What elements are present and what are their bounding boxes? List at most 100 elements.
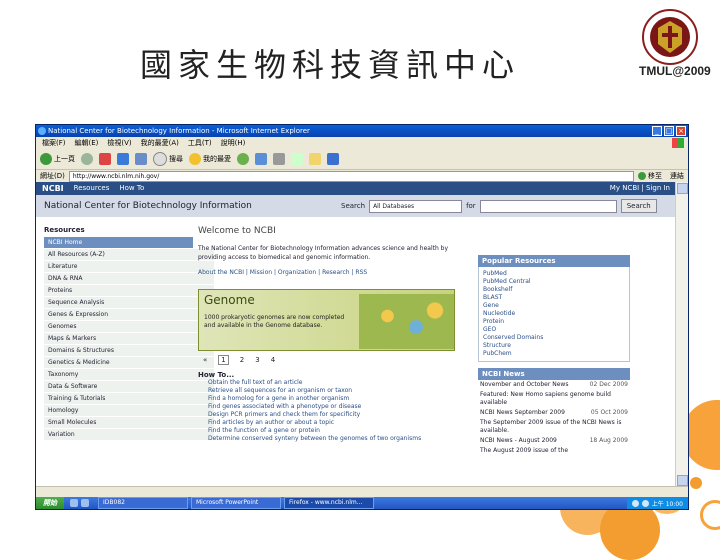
- news-item[interactable]: NCBI News September 2009 05 Oct 2009: [478, 408, 630, 418]
- resource-item[interactable]: Variation: [44, 429, 214, 441]
- menu-view[interactable]: 檢視(V): [107, 137, 131, 149]
- vertical-scrollbar[interactable]: [675, 182, 688, 487]
- taskbar-item[interactable]: IDB082: [98, 497, 188, 509]
- howto-link[interactable]: Find a homolog for a gene in another org…: [198, 395, 463, 403]
- mail-button[interactable]: [255, 153, 267, 165]
- pager-prev[interactable]: «: [203, 356, 207, 364]
- search-label: Search: [341, 202, 366, 210]
- resource-item[interactable]: Proteins: [44, 285, 214, 297]
- nav-howto[interactable]: How To: [119, 182, 144, 195]
- popular-link[interactable]: Protein: [483, 318, 625, 326]
- genome-banner[interactable]: Genome 1000 prokaryotic genomes are now …: [198, 289, 455, 351]
- resource-item[interactable]: DNA & RNA: [44, 273, 214, 285]
- resource-item[interactable]: Genomes: [44, 321, 214, 333]
- resource-item[interactable]: Genes & Expression: [44, 309, 214, 321]
- resource-item[interactable]: Taxonomy: [44, 369, 214, 381]
- back-button[interactable]: 上一頁: [40, 153, 75, 165]
- news-item[interactable]: November and October News 02 Dec 2009: [478, 380, 630, 390]
- pager-page[interactable]: 4: [271, 356, 275, 364]
- popular-link[interactable]: PubMed: [483, 270, 625, 278]
- history-button[interactable]: [237, 153, 249, 165]
- popular-list: PubMed PubMed Central Bookshelf BLAST Ge…: [478, 267, 630, 362]
- ncbi-logo[interactable]: NCBI: [42, 182, 64, 195]
- resource-item[interactable]: Small Molecules: [44, 417, 214, 429]
- menu-favorites[interactable]: 我的最愛(A): [141, 137, 179, 149]
- address-input[interactable]: http://www.ncbi.nlm.nih.gov/: [68, 170, 634, 182]
- resource-item[interactable]: Training & Tutorials: [44, 393, 214, 405]
- resource-item[interactable]: Data & Software: [44, 381, 214, 393]
- about-links[interactable]: About the NCBI | Mission | Organization …: [198, 268, 463, 277]
- howto-link[interactable]: Determine conserved synteny between the …: [198, 435, 463, 443]
- news-item[interactable]: The August 2009 issue of the: [478, 446, 630, 456]
- maximize-button[interactable]: □: [664, 126, 674, 136]
- popular-link[interactable]: BLAST: [483, 294, 625, 302]
- popular-heading: Popular Resources: [478, 255, 630, 267]
- news-item[interactable]: The September 2009 issue of the NCBI New…: [478, 418, 630, 436]
- taskbar-item[interactable]: Firefox - www.ncbi.nlm...: [284, 497, 374, 509]
- minimize-button[interactable]: _: [652, 126, 662, 136]
- resource-item[interactable]: NCBI Home: [44, 237, 193, 249]
- resource-item[interactable]: Maps & Markers: [44, 333, 214, 345]
- menu-tools[interactable]: 工具(T): [188, 137, 212, 149]
- ncbi-search-button[interactable]: Search: [620, 199, 657, 213]
- start-button[interactable]: 開始: [36, 497, 64, 509]
- refresh-button[interactable]: [117, 153, 129, 165]
- resource-item[interactable]: Homology: [44, 405, 214, 417]
- menu-edit[interactable]: 編輯(E): [75, 137, 99, 149]
- popular-link[interactable]: Bookshelf: [483, 286, 625, 294]
- tray-icon[interactable]: [631, 499, 639, 507]
- address-label: 網址(D): [40, 172, 65, 180]
- resource-item[interactable]: All Resources (A-Z): [44, 249, 214, 261]
- messenger-button[interactable]: [327, 153, 339, 165]
- forward-button[interactable]: [81, 153, 93, 165]
- edit-button[interactable]: [291, 153, 303, 165]
- popular-link[interactable]: Conserved Domains: [483, 334, 625, 342]
- popular-link[interactable]: GEO: [483, 326, 625, 334]
- news-item[interactable]: NCBI News - August 2009 18 Aug 2009: [478, 436, 630, 446]
- search-query-input[interactable]: [479, 199, 617, 213]
- resource-item[interactable]: Genetics & Medicine: [44, 357, 214, 369]
- scroll-down-icon[interactable]: [677, 475, 688, 486]
- pager-page[interactable]: 3: [255, 356, 259, 364]
- resource-item[interactable]: Sequence Analysis: [44, 297, 214, 309]
- quick-launch-icon[interactable]: [70, 499, 78, 507]
- popular-link[interactable]: Nucleotide: [483, 310, 625, 318]
- favorites-button[interactable]: 我的最愛: [189, 153, 231, 165]
- tray-icon[interactable]: [641, 499, 649, 507]
- resource-item[interactable]: Domains & Structures: [44, 345, 214, 357]
- folder-button[interactable]: [309, 153, 321, 165]
- popular-link[interactable]: PubMed Central: [483, 278, 625, 286]
- database-select[interactable]: All Databases: [369, 199, 463, 213]
- go-button[interactable]: 移至: [638, 171, 666, 181]
- home-button[interactable]: [135, 153, 147, 165]
- ncbi-header: National Center for Biotechnology Inform…: [36, 195, 676, 217]
- resource-item[interactable]: Literature: [44, 261, 214, 273]
- links-label[interactable]: 連結: [670, 171, 688, 181]
- print-button[interactable]: [273, 153, 285, 165]
- popular-link[interactable]: Gene: [483, 302, 625, 310]
- news-item[interactable]: Featured: New Homo sapiens genome build …: [478, 390, 630, 408]
- sign-in-link[interactable]: My NCBI | Sign In: [610, 182, 670, 195]
- taskbar-item[interactable]: Microsoft PowerPoint: [191, 497, 281, 509]
- howto-link[interactable]: Find genes associated with a phenotype o…: [198, 403, 463, 411]
- howto-link[interactable]: Retrieve all sequences for an organism o…: [198, 387, 463, 395]
- nav-resources[interactable]: Resources: [74, 182, 110, 195]
- close-button[interactable]: ×: [676, 126, 686, 136]
- decorative-ring: [700, 500, 720, 530]
- menu-file[interactable]: 檔案(F): [42, 137, 66, 149]
- popular-link[interactable]: Structure: [483, 342, 625, 350]
- howto-link[interactable]: Design PCR primers and check them for sp…: [198, 411, 463, 419]
- pager-page[interactable]: 1: [218, 355, 229, 365]
- stop-button[interactable]: [99, 153, 111, 165]
- popular-link[interactable]: PubChem: [483, 350, 625, 358]
- menu-help[interactable]: 說明(H): [221, 137, 246, 149]
- howto-link[interactable]: Obtain the full text of an article: [198, 379, 463, 387]
- howto-link[interactable]: Find articles by an author or about a to…: [198, 419, 463, 427]
- news-heading: NCBI News: [478, 368, 630, 380]
- scroll-up-icon[interactable]: [677, 183, 688, 194]
- howto-link[interactable]: Find the function of a gene or protein: [198, 427, 463, 435]
- quick-launch-icon[interactable]: [81, 499, 89, 507]
- search-button[interactable]: 搜尋: [153, 152, 183, 166]
- search-icon: [153, 152, 167, 166]
- pager-page[interactable]: 2: [240, 356, 244, 364]
